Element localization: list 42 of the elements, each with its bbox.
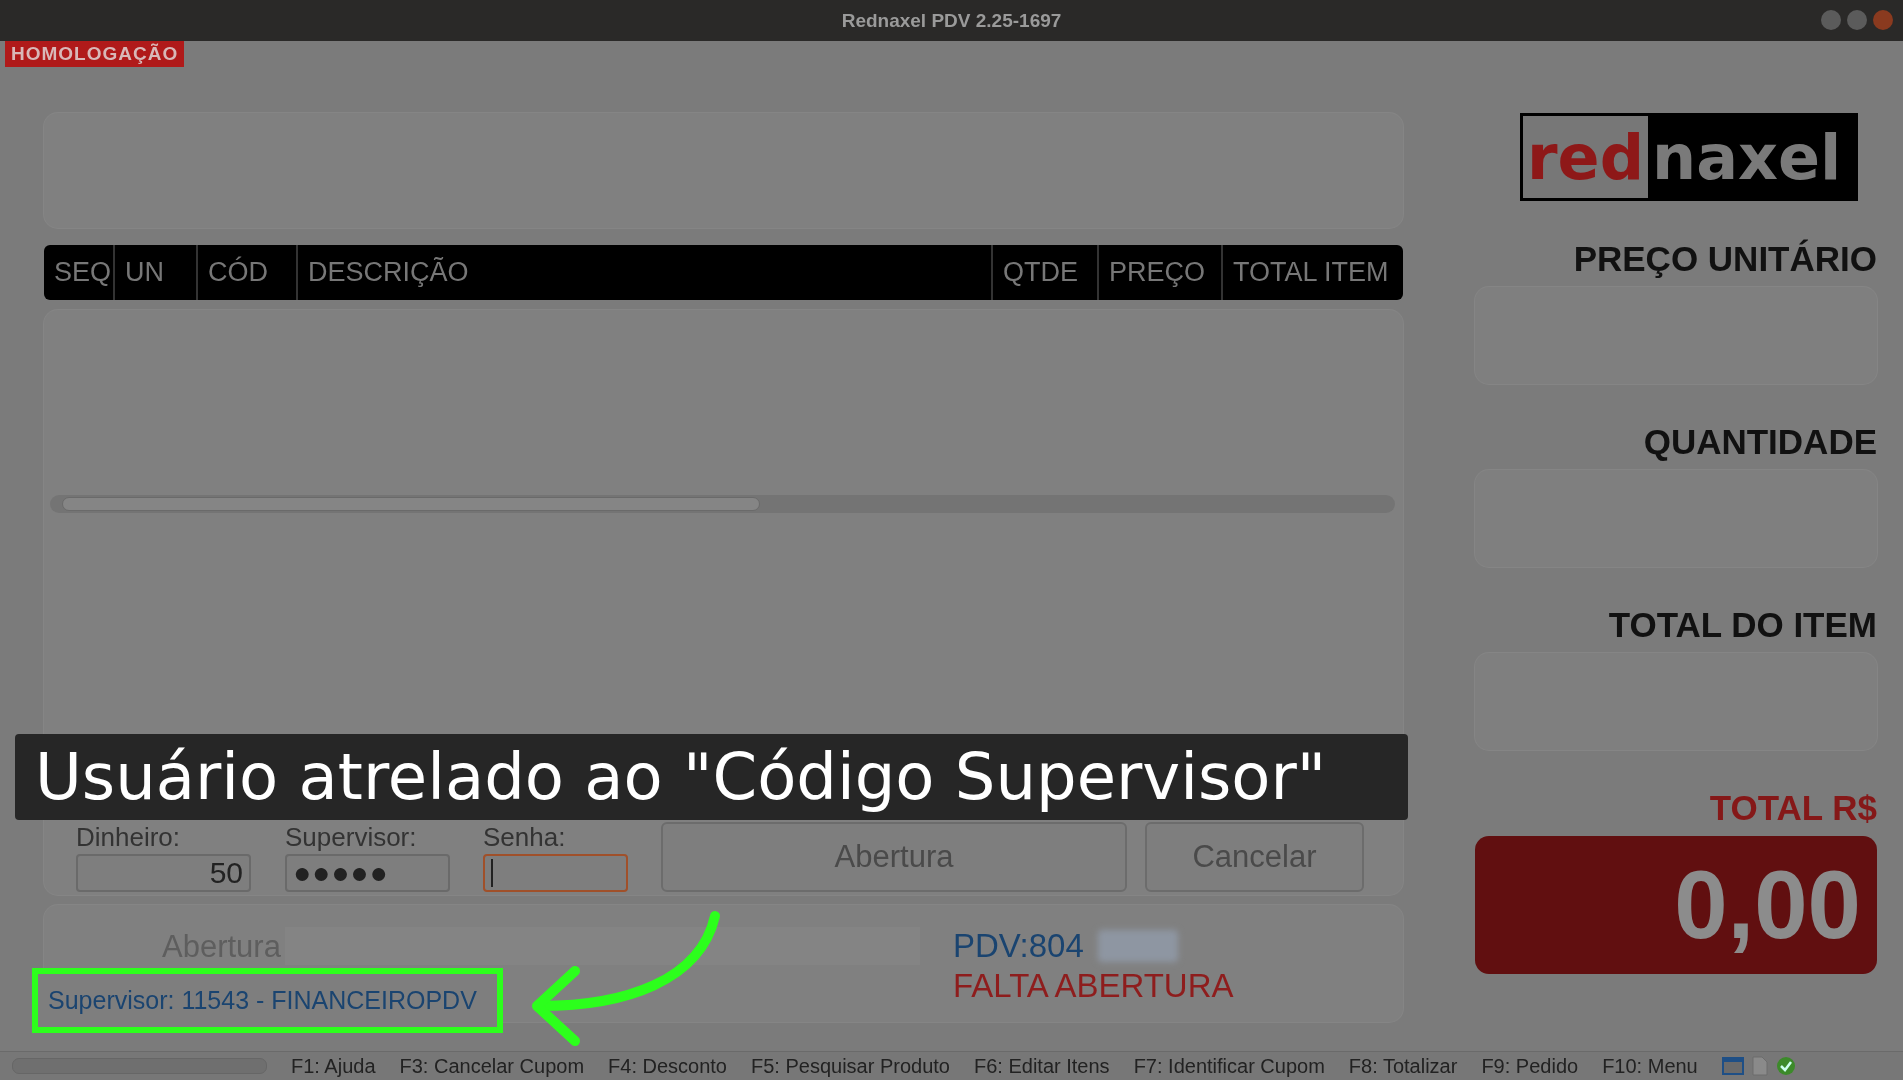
- shortcut-label: F10: Menu: [1602, 1054, 1698, 1078]
- column-header: QTDE: [993, 245, 1099, 300]
- field-label: Supervisor:: [285, 822, 418, 852]
- column-header: PREÇO: [1099, 245, 1223, 300]
- shortcut-label: F5: Pesquisar Produto: [751, 1054, 950, 1078]
- field-label: PREÇO UNITÁRIO: [1573, 239, 1877, 279]
- field-label: Dinheiro:: [76, 822, 182, 852]
- column-header: TOTAL ITEM: [1232, 256, 1390, 289]
- field-label: Senha:: [483, 822, 567, 852]
- column-header: SEQ: [44, 245, 115, 300]
- logo: red naxel: [1520, 113, 1859, 201]
- column-header: UN: [115, 245, 198, 300]
- pdv-number: PDV:804: [952, 927, 1084, 965]
- field-label: QUANTIDADE: [1643, 422, 1877, 462]
- shortcut-label: F6: Editar Itens: [974, 1054, 1110, 1078]
- environment-badge: HOMOLOGAÇÃO: [5, 41, 185, 67]
- input-field[interactable]: 50: [76, 854, 251, 892]
- status-text: FALTA ABERTURA: [952, 967, 1234, 1005]
- shortcut-label: F7: Identificar Cupom: [1133, 1054, 1325, 1078]
- window-icon: [1721, 1056, 1744, 1076]
- minimize-button[interactable]: [1821, 10, 1841, 30]
- shortcut-label: F3: Cancelar Cupom: [399, 1054, 585, 1078]
- supervisor-text: Supervisor: 11543 - FINANCEIROPDV: [48, 986, 477, 1015]
- shortcut-label: F4: Desconto: [608, 1054, 727, 1078]
- field-label: TOTAL DO ITEM: [1608, 605, 1877, 645]
- window-title: Rednaxel PDV 2.25-1697: [841, 9, 1062, 32]
- scrollbar-thumb[interactable]: [62, 497, 760, 511]
- column-header: CÓD: [198, 245, 298, 300]
- shortcut-label: F8: Totalizar: [1348, 1054, 1458, 1078]
- input-field[interactable]: ●●●●●: [285, 854, 450, 892]
- check-icon: [1775, 1056, 1796, 1076]
- input-field[interactable]: [483, 854, 628, 892]
- column-header: DESCRIÇÃO: [298, 245, 993, 300]
- caption-text: Usuário atrelado ao "Código Supervisor": [35, 740, 1327, 814]
- maximize-button[interactable]: [1847, 10, 1867, 30]
- horizontal-scrollbar[interactable]: [50, 495, 1395, 513]
- document-icon: [1751, 1056, 1768, 1076]
- shortcut-label: F1: Ajuda: [291, 1054, 376, 1078]
- total-label: TOTAL R$: [1709, 788, 1877, 828]
- total-value: 0,00: [1674, 850, 1861, 960]
- close-button[interactable]: [1873, 10, 1893, 30]
- shortcut-label: F9: Pedido: [1481, 1054, 1579, 1078]
